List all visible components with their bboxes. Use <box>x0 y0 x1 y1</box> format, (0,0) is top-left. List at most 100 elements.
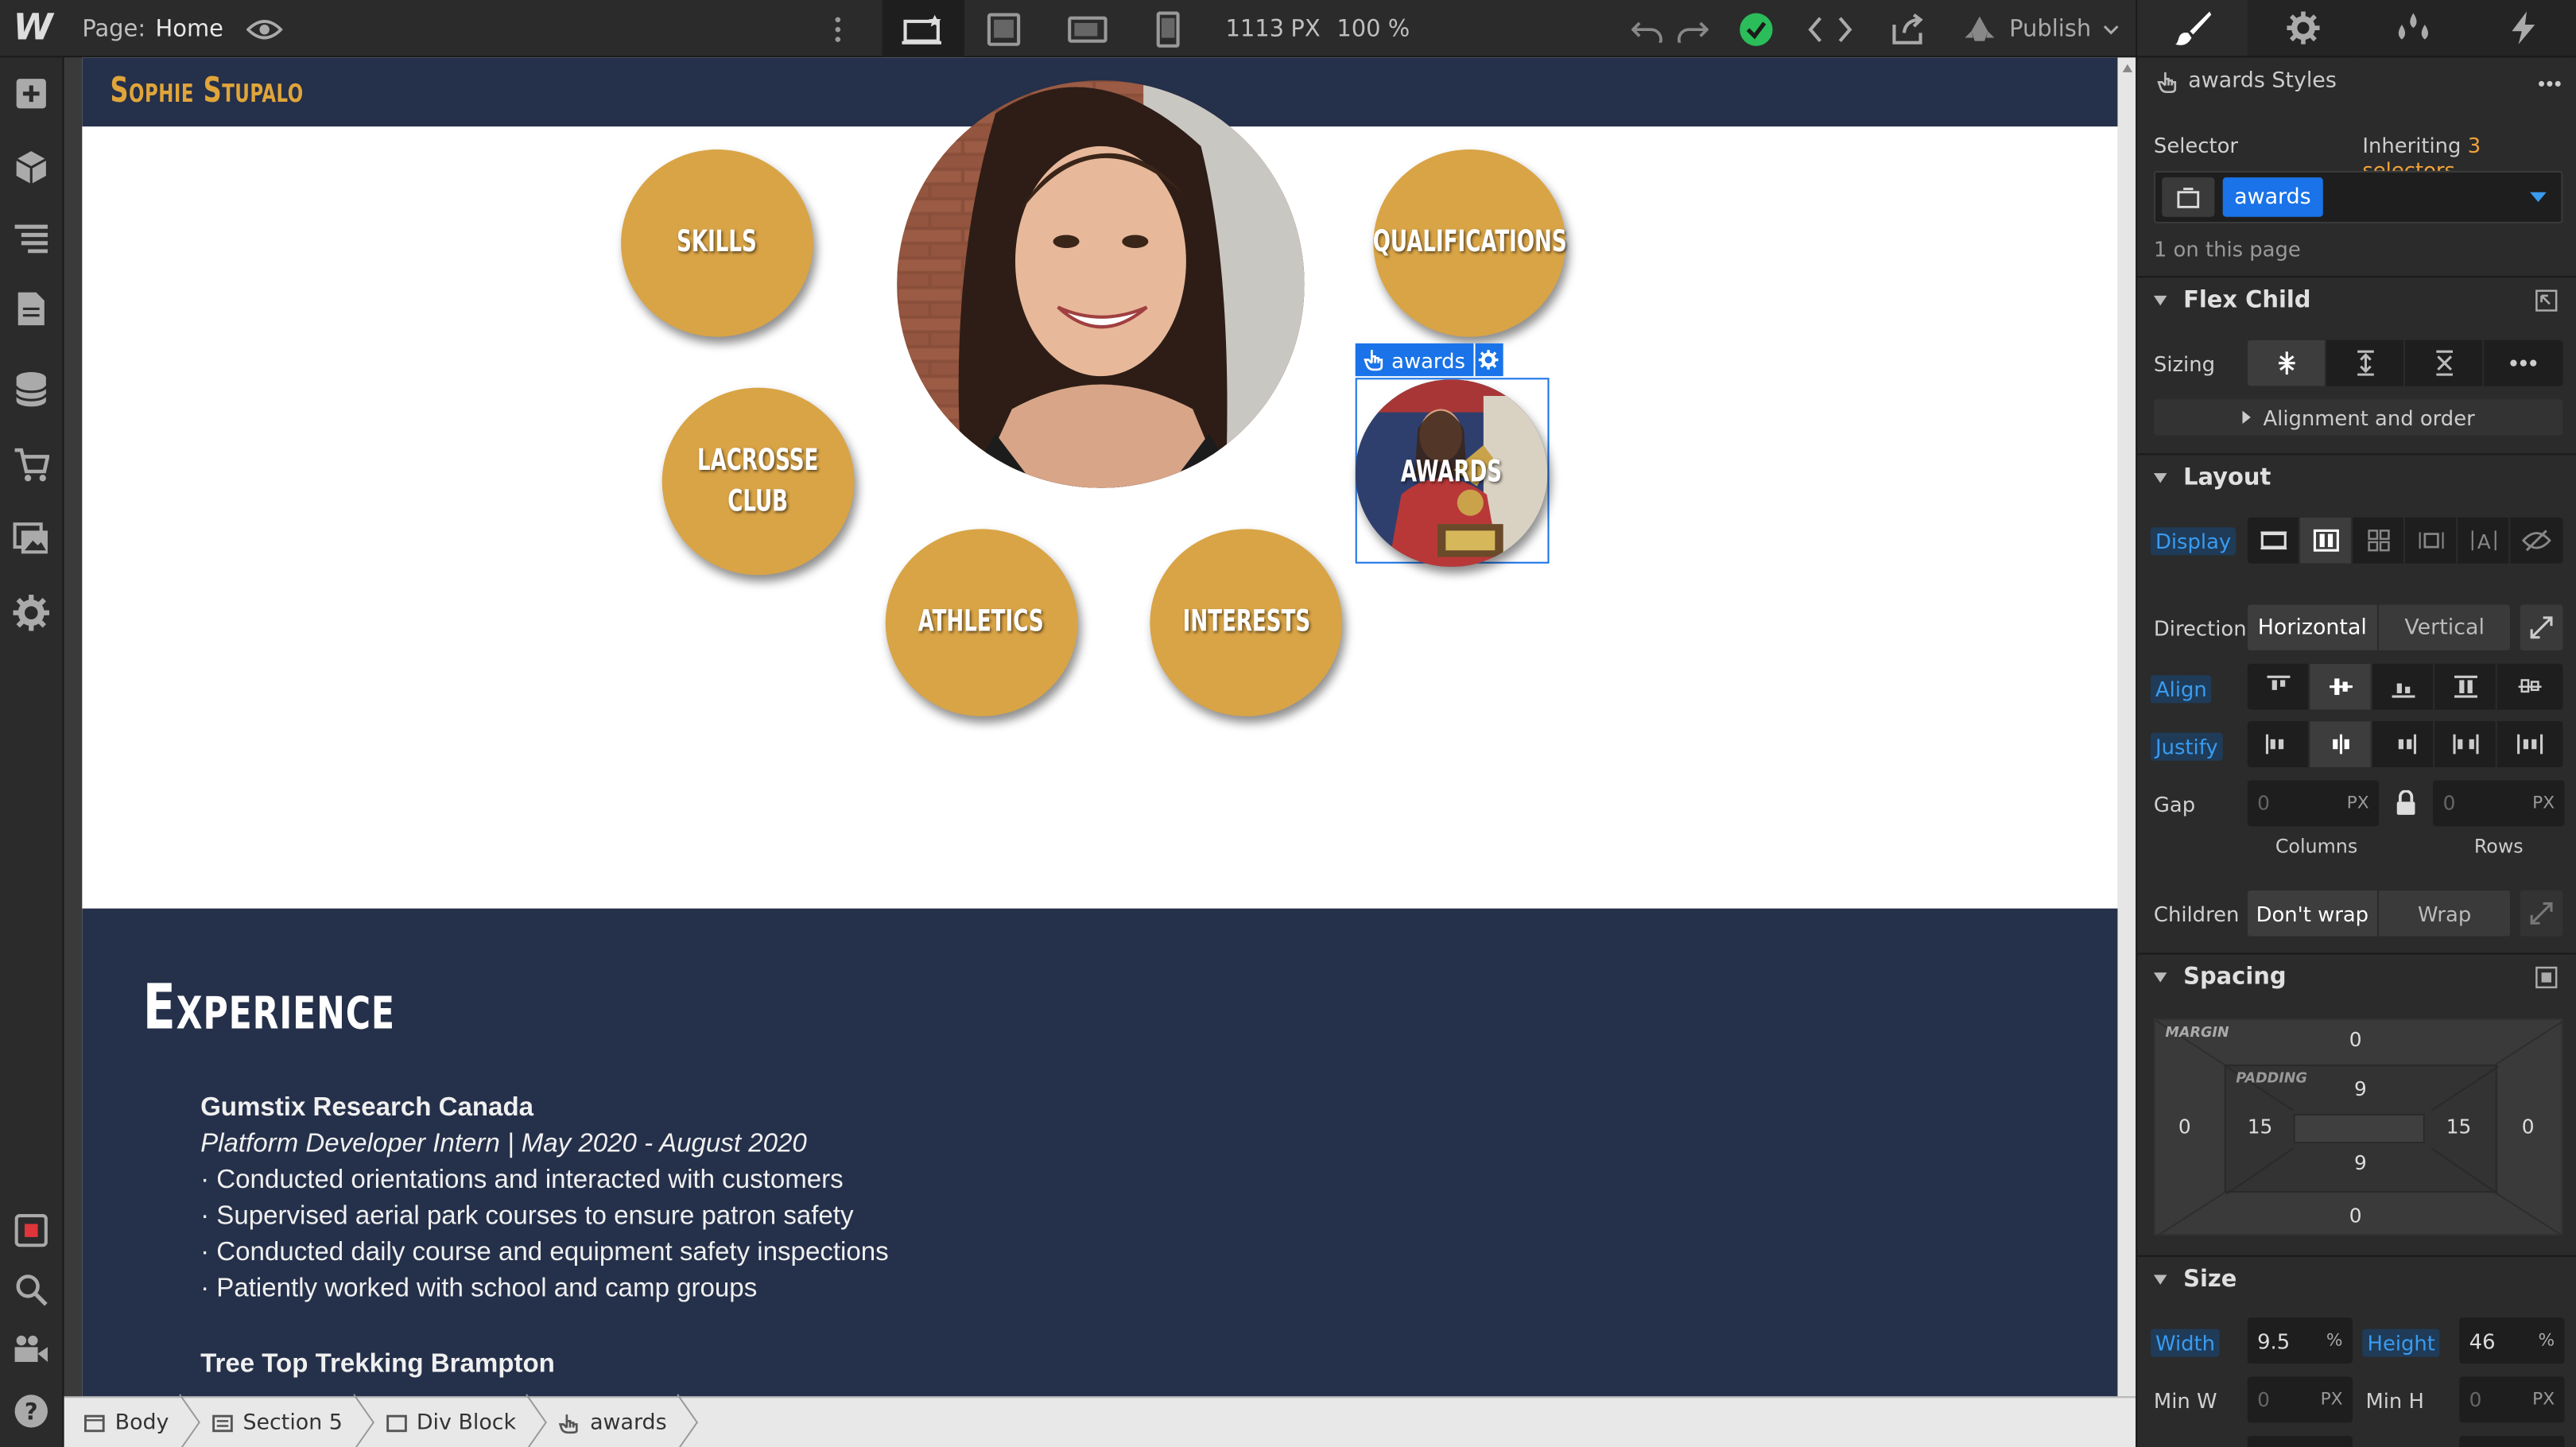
display-block-icon[interactable] <box>2248 517 2300 564</box>
breakpoint-desktop-icon[interactable] <box>882 0 964 58</box>
margin-bottom-value[interactable]: 0 <box>2349 1205 2362 1228</box>
direction-horizontal-button[interactable]: Horizontal <box>2247 604 2380 651</box>
min-height-input[interactable]: 0 PX <box>2459 1376 2565 1423</box>
ecommerce-cart-icon[interactable] <box>0 432 63 498</box>
selector-chip-awards[interactable]: awards <box>2222 177 2323 217</box>
redo-icon[interactable] <box>1676 0 1709 57</box>
padding-left-value[interactable]: 15 <box>2248 1115 2273 1139</box>
justify-space-around-icon[interactable] <box>2497 721 2563 767</box>
canvas-scrollbar[interactable] <box>2117 57 2138 1397</box>
justify-space-between-icon[interactable] <box>2434 721 2497 767</box>
selector-dropdown-caret-icon[interactable] <box>2530 192 2547 203</box>
padding-right-value[interactable]: 15 <box>2446 1115 2472 1139</box>
spacing-preset-icon[interactable] <box>2535 966 2558 989</box>
section-layout[interactable]: Layout <box>2137 453 2576 499</box>
section-flex-child[interactable]: Flex Child <box>2137 276 2576 322</box>
min-height-unit[interactable]: PX <box>2532 1390 2555 1410</box>
selector-type-icon[interactable] <box>2162 177 2215 217</box>
gap-rows-input[interactable]: 0 PX <box>2433 780 2565 827</box>
justify-center-icon[interactable] <box>2310 721 2372 767</box>
help-question-icon[interactable]: ? <box>0 1379 63 1445</box>
display-label[interactable]: Display <box>2150 527 2237 556</box>
video-tutorials-icon[interactable] <box>0 1316 63 1382</box>
scroll-up-arrow-icon[interactable] <box>2122 64 2133 72</box>
webflow-logo[interactable]: W <box>14 0 53 57</box>
more-vertical-icon[interactable] <box>833 0 843 57</box>
justify-start-icon[interactable] <box>2248 721 2310 767</box>
max-height-input[interactable] <box>2459 1435 2565 1447</box>
tab-style-manager-drops-icon[interactable] <box>2357 0 2468 58</box>
awards-circle[interactable]: AWARDS <box>1355 379 1548 567</box>
children-no-wrap-button[interactable]: Don't wrap <box>2247 890 2380 937</box>
expand-arrow-icon[interactable] <box>2535 289 2558 312</box>
align-baseline-icon[interactable] <box>2497 664 2563 710</box>
reverse-wrap-icon[interactable] <box>2520 890 2563 937</box>
breadcrumb-section[interactable]: Section 5 <box>192 1397 365 1447</box>
gap-columns-input[interactable]: 0 PX <box>2247 780 2380 827</box>
max-width-input[interactable] <box>2247 1435 2353 1447</box>
page-selector[interactable]: Page: Home <box>82 0 223 57</box>
design-canvas[interactable]: Sophie Stupalo SKILLS QUALIFICATIONS LAC… <box>82 57 2118 1397</box>
height-unit[interactable]: % <box>2538 1331 2555 1351</box>
alignment-order-toggle[interactable]: Alignment and order <box>2153 399 2563 436</box>
athletics-circle[interactable]: ATHLETICS <box>885 529 1078 716</box>
cms-database-icon[interactable] <box>0 356 63 422</box>
margin-right-value[interactable]: 0 <box>2522 1115 2535 1139</box>
lacrosse-club-circle[interactable]: LACROSSE CLUB <box>661 387 855 576</box>
sizing-more-icon[interactable] <box>2484 340 2562 386</box>
selection-tag[interactable]: awards <box>1355 343 1503 377</box>
min-width-unit[interactable]: PX <box>2321 1390 2343 1410</box>
breadcrumb-awards[interactable]: awards <box>539 1397 690 1447</box>
width-label[interactable]: Width <box>2150 1329 2221 1357</box>
display-grid-icon[interactable] <box>2353 517 2406 564</box>
interests-circle[interactable]: INTERESTS <box>1150 529 1343 716</box>
pages-icon[interactable] <box>0 276 63 342</box>
children-wrap-button[interactable]: Wrap <box>2379 890 2511 937</box>
qualifications-circle[interactable]: QUALIFICATIONS <box>1372 149 1566 337</box>
display-flex-icon[interactable] <box>2299 517 2353 564</box>
code-export-icon[interactable] <box>1807 0 1853 57</box>
share-icon[interactable] <box>1889 0 1925 57</box>
padding-bottom-value[interactable]: 9 <box>2354 1151 2367 1174</box>
align-start-icon[interactable] <box>2248 663 2310 710</box>
tab-style-brush-icon[interactable] <box>2137 0 2248 58</box>
settings-gear-icon[interactable] <box>0 580 63 646</box>
min-width-input[interactable]: 0 PX <box>2247 1376 2353 1423</box>
sizing-grow-icon[interactable] <box>2326 339 2406 386</box>
gap-columns-unit[interactable]: PX <box>2347 793 2369 813</box>
align-stretch-icon[interactable] <box>2434 663 2497 710</box>
display-inline-block-icon[interactable] <box>2405 517 2458 564</box>
sizing-none-icon[interactable] <box>2405 339 2485 386</box>
align-end-icon[interactable] <box>2372 663 2435 710</box>
section-spacing[interactable]: Spacing <box>2137 952 2576 999</box>
undo-icon[interactable] <box>1631 0 1664 57</box>
height-input[interactable]: 46 % <box>2459 1317 2565 1364</box>
width-unit[interactable]: % <box>2326 1331 2343 1351</box>
panel-more-icon[interactable] <box>2536 69 2562 99</box>
assets-images-icon[interactable] <box>0 506 63 572</box>
tab-settings-gear-icon[interactable] <box>2247 0 2358 58</box>
breadcrumb-div-block[interactable]: Div Block <box>366 1397 539 1447</box>
sizing-shrink-icon[interactable] <box>2247 339 2326 386</box>
height-label[interactable]: Height <box>2362 1329 2441 1357</box>
add-panel-icon[interactable] <box>0 60 63 126</box>
align-label[interactable]: Align <box>2150 675 2212 704</box>
profile-photo[interactable] <box>897 80 1305 488</box>
symbols-cube-icon[interactable] <box>0 134 63 200</box>
breakpoint-mobile-portrait-icon[interactable] <box>1155 0 1181 57</box>
justify-end-icon[interactable] <box>2372 721 2435 767</box>
display-none-icon[interactable] <box>2510 518 2562 564</box>
justify-label[interactable]: Justify <box>2150 732 2223 761</box>
selector-field[interactable]: awards <box>2153 170 2563 224</box>
gap-lock-icon[interactable] <box>2396 789 2417 817</box>
publish-button[interactable]: Publish <box>1963 0 2120 57</box>
align-center-icon[interactable] <box>2310 663 2372 710</box>
breadcrumb-body[interactable]: Body <box>64 1397 192 1447</box>
direction-vertical-button[interactable]: Vertical <box>2379 604 2511 651</box>
breakpoint-tablet-icon[interactable] <box>986 0 1022 57</box>
gap-rows-unit[interactable]: PX <box>2532 793 2555 813</box>
width-input[interactable]: 9.5 % <box>2247 1317 2353 1364</box>
publish-status-check-icon[interactable] <box>1738 0 1774 57</box>
margin-left-value[interactable]: 0 <box>2178 1115 2191 1139</box>
tab-interactions-bolt-icon[interactable] <box>2467 0 2576 58</box>
